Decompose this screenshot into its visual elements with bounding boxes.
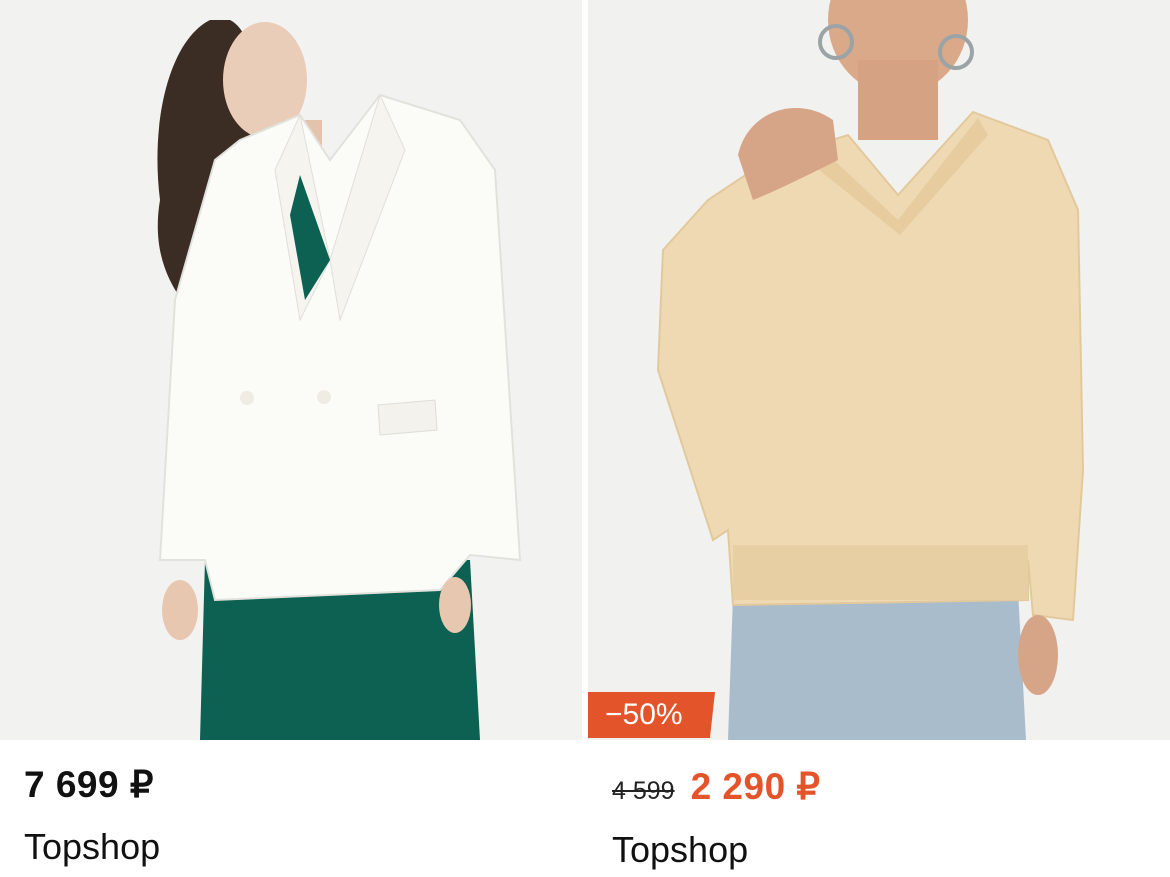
- product-card-sweater[interactable]: −50% 4 599 2 290 ₽ Topshop: [588, 0, 1170, 877]
- product-brand[interactable]: Topshop: [24, 826, 160, 868]
- old-price: 4 599: [612, 777, 675, 805]
- product-image-sweater[interactable]: −50%: [588, 0, 1170, 740]
- price-row: 7 699 ₽: [24, 763, 154, 806]
- product-brand[interactable]: Topshop: [612, 829, 748, 871]
- product-card-blazer[interactable]: 7 699 ₽ Topshop: [0, 0, 582, 877]
- sale-price: 2 290 ₽: [690, 766, 821, 807]
- price-row: 4 599 2 290 ₽: [612, 765, 820, 808]
- sweater-photo-illustration: [588, 0, 1170, 740]
- product-image-blazer[interactable]: [0, 0, 582, 740]
- blazer-photo-illustration: [0, 0, 582, 740]
- product-price: 7 699 ₽: [24, 764, 154, 805]
- discount-badge: −50%: [588, 692, 715, 738]
